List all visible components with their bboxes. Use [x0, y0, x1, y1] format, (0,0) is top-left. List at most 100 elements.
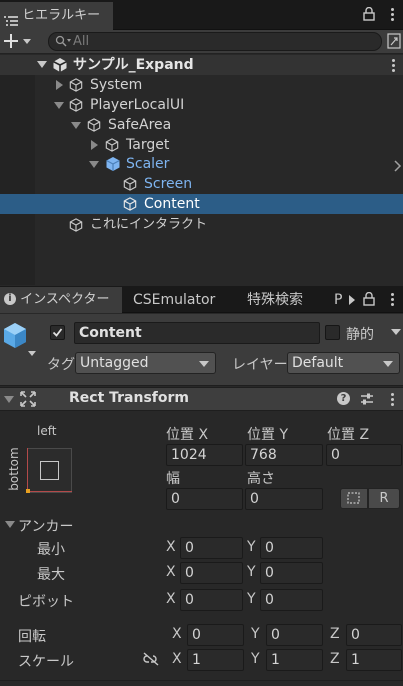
anchor-top-label: left	[37, 424, 57, 438]
pos-y-field[interactable]: 768	[245, 444, 323, 466]
rotation-label: 回転	[18, 629, 46, 645]
pivot-label: ピボット	[18, 594, 74, 610]
expand-arrow[interactable]	[89, 161, 99, 168]
tab-more[interactable]: P	[334, 287, 342, 313]
rotation-z-field[interactable]: 0	[346, 624, 402, 646]
pos-x-label: 位置 X	[166, 427, 209, 443]
collapse-arrow[interactable]	[91, 140, 98, 150]
tab-overflow-icon[interactable]	[348, 294, 356, 310]
collapse-arrow[interactable]	[56, 80, 63, 90]
tag-dropdown[interactable]: Untagged	[75, 352, 216, 374]
scale-y-label[interactable]: Y	[251, 651, 260, 667]
static-checkbox[interactable]	[325, 325, 340, 340]
tab-special-search[interactable]: 特殊検索	[247, 287, 303, 313]
tree-item-screen[interactable]: Screen	[0, 174, 403, 194]
gameobject-icon	[123, 197, 137, 217]
scale-y-field[interactable]: 1	[266, 649, 323, 671]
list-icon	[4, 9, 18, 26]
pos-z-field[interactable]: 0	[326, 444, 402, 466]
tree-item-label: SafeArea	[108, 117, 172, 133]
static-label: 静的	[346, 327, 374, 343]
anchor-min-x-field[interactable]: 0	[180, 537, 243, 559]
gameobject-large-icon[interactable]	[2, 321, 38, 363]
tab-inspector[interactable]: i インスペクター	[0, 287, 122, 313]
anchor-min-y-field[interactable]: 0	[260, 537, 323, 559]
layer-value: Default	[292, 355, 344, 371]
anchor-max-x-field[interactable]: 0	[180, 562, 243, 584]
pivot-x-label[interactable]: X	[166, 591, 176, 607]
rotation-x-field[interactable]: 0	[187, 624, 244, 646]
tree-item-label: PlayerLocalUI	[90, 97, 185, 113]
expand-arrow[interactable]	[37, 61, 47, 68]
anchors-foldout-arrow[interactable]	[5, 521, 15, 528]
tree-item-content[interactable]: Content	[0, 194, 403, 214]
width-field[interactable]: 0	[166, 488, 243, 510]
lock-icon[interactable]	[363, 6, 375, 25]
more-icon[interactable]	[391, 8, 394, 23]
height-field[interactable]: 0	[245, 488, 323, 510]
component-more-icon[interactable]	[391, 393, 394, 408]
scale-z-label[interactable]: Z	[330, 651, 340, 667]
help-icon[interactable]: ?	[337, 392, 350, 405]
layer-dropdown[interactable]: Default	[287, 352, 400, 374]
expand-arrow[interactable]	[54, 102, 64, 109]
blueprint-mode-button[interactable]	[340, 488, 368, 509]
height-label: 高さ	[247, 471, 275, 487]
rotation-x-label[interactable]: X	[172, 626, 182, 642]
tree-item-safearea[interactable]: SafeArea	[0, 115, 403, 135]
anchor-preset-button[interactable]	[26, 448, 72, 493]
active-checkbox[interactable]	[50, 325, 65, 340]
rotation-y-label[interactable]: Y	[251, 626, 260, 642]
scene-more-icon[interactable]	[392, 59, 395, 74]
scene-name: サンプル_Expand	[73, 57, 194, 73]
anchor-side-label: bottom	[7, 447, 21, 491]
info-icon: i	[4, 292, 16, 305]
tree-item-label: Target	[126, 137, 170, 153]
pivot-y-label[interactable]: Y	[247, 591, 256, 607]
tree-item-label: これにインタラクト	[90, 217, 208, 232]
rotation-y-field[interactable]: 0	[266, 624, 323, 646]
component-title: Rect Transform	[69, 390, 190, 406]
tree-item-interact[interactable]: これにインタラクト	[0, 215, 403, 235]
scale-z-field[interactable]: 1	[346, 649, 402, 671]
anchor-max-x-label[interactable]: X	[166, 564, 176, 580]
pos-x-field[interactable]: 1024	[166, 444, 243, 466]
scale-x-label[interactable]: X	[172, 651, 182, 667]
create-button[interactable]	[3, 31, 35, 51]
anchor-max-y-field[interactable]: 0	[260, 562, 323, 584]
chevron-down-icon	[199, 361, 209, 367]
raw-edit-label: R	[379, 491, 389, 506]
presets-icon[interactable]	[360, 392, 374, 410]
static-dropdown-icon[interactable]	[391, 329, 401, 335]
object-name-field[interactable]: Content	[74, 322, 320, 344]
rotation-z-label[interactable]: Z	[330, 626, 340, 642]
hierarchy-tab[interactable]: ヒエラルキー	[0, 2, 113, 30]
scene-row[interactable]: サンプル_Expand	[0, 55, 403, 75]
scale-link-icon[interactable]	[142, 652, 160, 670]
scale-label: スケール	[18, 654, 74, 670]
scale-x-field[interactable]: 1	[187, 649, 244, 671]
anchor-min-x-label[interactable]: X	[166, 539, 176, 555]
expand-arrow[interactable]	[71, 122, 81, 129]
tree-item-target[interactable]: Target	[0, 135, 403, 155]
pivot-x-field[interactable]: 0	[180, 589, 243, 611]
component-foldout-arrow[interactable]	[4, 396, 14, 403]
anchor-max-label: 最大	[37, 567, 65, 583]
tree-item-playerlocalui[interactable]: PlayerLocalUI	[0, 95, 403, 115]
pivot-y-field[interactable]: 0	[260, 589, 323, 611]
anchor-preset-pivot	[26, 489, 30, 493]
anchor-max-y-label[interactable]: Y	[247, 564, 256, 580]
layer-label: レイヤー	[232, 357, 288, 373]
lock-icon[interactable]	[363, 291, 375, 310]
bottom-divider	[0, 680, 403, 681]
raw-edit-button[interactable]: R	[368, 488, 400, 509]
tree-item-scaler[interactable]: Scaler	[0, 154, 403, 174]
anchor-min-y-label[interactable]: Y	[247, 539, 256, 555]
more-icon[interactable]	[391, 293, 394, 308]
search-field[interactable]: All	[48, 32, 382, 51]
tree-item-label: Screen	[144, 176, 193, 192]
pos-y-label: 位置 Y	[247, 427, 289, 443]
tree-item-system[interactable]: System	[0, 75, 403, 95]
search-mode-icon[interactable]	[387, 33, 401, 53]
tab-csemulator[interactable]: CSEmulator	[133, 287, 215, 313]
